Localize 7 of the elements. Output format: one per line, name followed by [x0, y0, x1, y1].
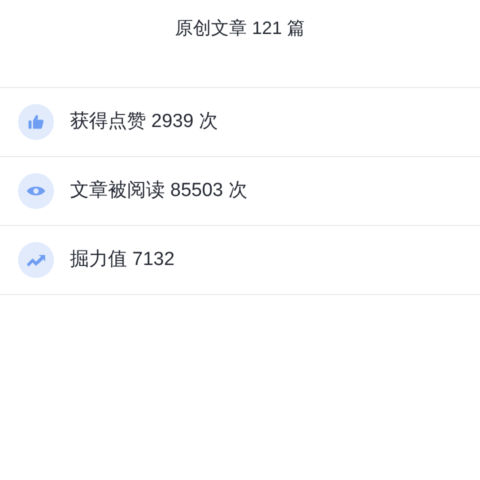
stat-text: 文章被阅读 85503 次 — [70, 179, 248, 203]
header-title: 原创文章 121 篇 — [174, 17, 306, 40]
eye-icon — [26, 184, 46, 198]
trend-up-icon — [26, 253, 46, 267]
stat-text: 掘力值 7132 — [70, 248, 175, 272]
stat-text: 获得点赞 2939 次 — [70, 110, 218, 134]
thumbs-up-icon — [27, 113, 45, 131]
